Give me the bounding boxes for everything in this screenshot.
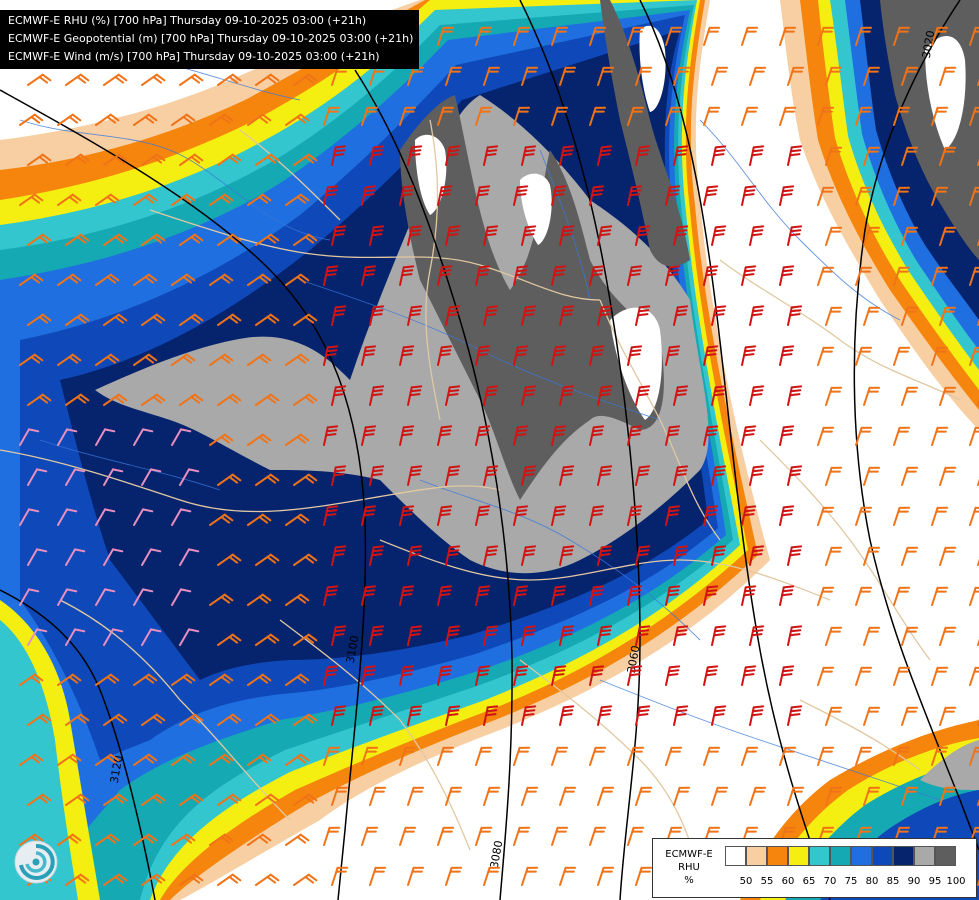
legend-swatch xyxy=(725,846,746,866)
legend-level-label: 75 xyxy=(844,876,858,887)
ecmwf-swirl-logo-icon xyxy=(14,840,58,884)
legend-swatch xyxy=(851,846,872,866)
legend-swatch xyxy=(746,846,767,866)
legend-level-label: 85 xyxy=(886,876,900,887)
legend-level-label: 60 xyxy=(781,876,795,887)
map-canvas[interactable]: 31003080306031203020 xyxy=(0,0,979,900)
legend-level-label: 100 xyxy=(946,876,966,887)
legend-level-label: 95 xyxy=(928,876,942,887)
rhu-legend: ECMWF-E RHU % 50 55 60 65 70 75 80 85 90 95 100 xyxy=(652,838,977,898)
legend-swatch xyxy=(914,846,935,866)
legend-level-label: 50 xyxy=(739,876,753,887)
legend-title: ECMWF-E RHU % xyxy=(657,848,721,887)
map-header: ECMWF-E RHU (%) [700 hPa] Thursday 09-10… xyxy=(0,10,420,69)
header-line-wind: ECMWF-E Wind (m/s) [700 hPa] Thursday 09… xyxy=(8,50,380,63)
legend-swatch xyxy=(872,846,893,866)
legend-title-variable: RHU xyxy=(678,862,700,873)
legend-level-label: 80 xyxy=(865,876,879,887)
legend-swatch xyxy=(767,846,788,866)
legend-swatch xyxy=(893,846,914,866)
legend-swatch xyxy=(809,846,830,866)
legend-level-label: 65 xyxy=(802,876,816,887)
legend-title-unit: % xyxy=(684,875,694,886)
legend-level-label: 55 xyxy=(760,876,774,887)
weather-map: 3100 3080 3060 3120 3020 ECMWF-E RHU (%) [70… xyxy=(0,0,979,900)
legend-title-model: ECMWF-E xyxy=(665,849,713,860)
legend-swatch xyxy=(788,846,809,866)
legend-swatch xyxy=(830,846,851,866)
header-line-geopotential: ECMWF-E Geopotential (m) [700 hPa] Thurs… xyxy=(8,32,414,45)
header-line-rhu: ECMWF-E RHU (%) [700 hPa] Thursday 09-10… xyxy=(8,14,367,27)
legend-swatch xyxy=(935,846,956,866)
legend-level-label: 70 xyxy=(823,876,837,887)
humidity-field xyxy=(0,0,979,900)
legend-level-label: 90 xyxy=(907,876,921,887)
